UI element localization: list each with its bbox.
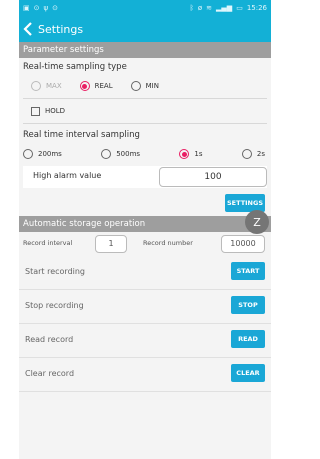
clear-button[interactable]: CLEAR — [231, 364, 265, 382]
sampling-type-label: Real-time sampling type — [23, 62, 127, 72]
read-record-label: Read record — [25, 335, 74, 344]
radio-real[interactable]: REAL — [79, 81, 113, 91]
radio-500ms-label: 500ms — [116, 150, 141, 158]
record-number-input[interactable]: 10000 — [221, 235, 265, 253]
stop-recording-row: Stop recording STOP — [19, 290, 271, 324]
high-alarm-row: High alarm value 100 — [23, 166, 267, 188]
start-button[interactable]: START — [231, 262, 265, 280]
status-time: 15:26 — [246, 4, 267, 12]
radio-circle — [23, 149, 33, 159]
record-interval-input[interactable]: 1 — [95, 235, 127, 253]
hold-label: HOLD — [45, 107, 66, 115]
storage-operation-title: Automatic storage operation — [23, 219, 146, 229]
radio-1s[interactable]: 1s — [179, 149, 203, 159]
radio-200ms-label: 200ms — [38, 150, 62, 158]
start-recording-label: Start recording — [25, 267, 86, 276]
wifi-icon: ≋ — [206, 4, 213, 12]
radio-200ms[interactable]: 200ms — [23, 149, 62, 159]
radio-500ms[interactable]: 500ms — [101, 149, 140, 159]
page-title: Settings — [38, 22, 84, 36]
battery-icon: ▭ — [236, 4, 243, 12]
read-record-row: Read record READ — [19, 324, 271, 358]
app-bar: Settings — [19, 16, 271, 42]
android-icon: ⊙ — [52, 4, 58, 12]
radio-circle — [31, 81, 41, 91]
radio-1s-label: 1s — [194, 150, 203, 158]
radio-circle — [101, 149, 112, 159]
settings-button-row: SETTINGS — [19, 190, 271, 216]
clear-record-row: Clear record CLEAR — [19, 358, 271, 392]
radio-min-label: MIN — [145, 82, 159, 90]
floating-action-button[interactable]: Z — [245, 210, 269, 234]
phone-screen: ▣ ⊙ ψ ⊙ ᛒ ø ≋ ▂▄▆ ▭ 15:26 Settings Parameter set… — [19, 0, 271, 459]
divider — [23, 123, 267, 124]
radio-circle — [241, 149, 252, 159]
sampling-type-group: MAX REAL MIN — [19, 76, 271, 96]
divider — [23, 98, 267, 99]
stop-recording-label: Stop recording — [25, 301, 84, 310]
status-right-icons: ᛒ ø ≋ ▂▄▆ ▭ 15:26 — [186, 4, 267, 12]
status-bar: ▣ ⊙ ψ ⊙ ᛒ ø ≋ ▂▄▆ ▭ 15:26 — [19, 0, 271, 16]
back-arrow-icon[interactable] — [23, 21, 35, 37]
record-number-label: Record number — [143, 239, 193, 247]
clear-record-label: Clear record — [25, 369, 75, 378]
radio-2s[interactable]: 2s — [241, 149, 265, 159]
record-settings-row: Record interval 1 Record number 10000 — [19, 232, 271, 256]
interval-sampling-label: Real time interval sampling — [23, 130, 140, 140]
sync-icon: ⊙ — [33, 4, 40, 12]
status-left-icons: ▣ ⊙ ψ ⊙ — [23, 4, 62, 12]
hold-checkbox-row[interactable]: HOLD — [19, 101, 271, 121]
read-button[interactable]: READ — [231, 330, 265, 348]
usb-icon: ψ — [43, 4, 49, 12]
bluetooth-icon: ᛒ — [189, 4, 194, 12]
storage-operation-header: Automatic storage operation Z — [19, 210, 271, 234]
radio-min[interactable]: MIN — [130, 81, 159, 91]
radio-circle — [79, 81, 90, 91]
mute-icon: ø — [197, 4, 203, 12]
radio-circle — [130, 81, 141, 91]
high-alarm-input[interactable]: 100 — [159, 167, 267, 187]
gallery-icon: ▣ — [23, 4, 30, 12]
radio-real-label: REAL — [94, 82, 113, 90]
radio-max-label: MAX — [46, 82, 62, 90]
parameter-settings-header: Parameter settings — [19, 42, 271, 58]
start-recording-row: Start recording START — [19, 256, 271, 290]
signal-icon: ▂▄▆ — [216, 4, 233, 12]
radio-circle — [179, 149, 190, 159]
radio-max[interactable]: MAX — [31, 81, 62, 91]
interval-group: 200ms 500ms 1s 2s — [19, 144, 271, 164]
record-interval-label: Record interval — [23, 239, 73, 247]
stop-button[interactable]: STOP — [231, 296, 265, 314]
hold-checkbox[interactable] — [31, 106, 40, 116]
high-alarm-label: High alarm value — [33, 171, 102, 180]
radio-2s-label: 2s — [256, 150, 265, 158]
